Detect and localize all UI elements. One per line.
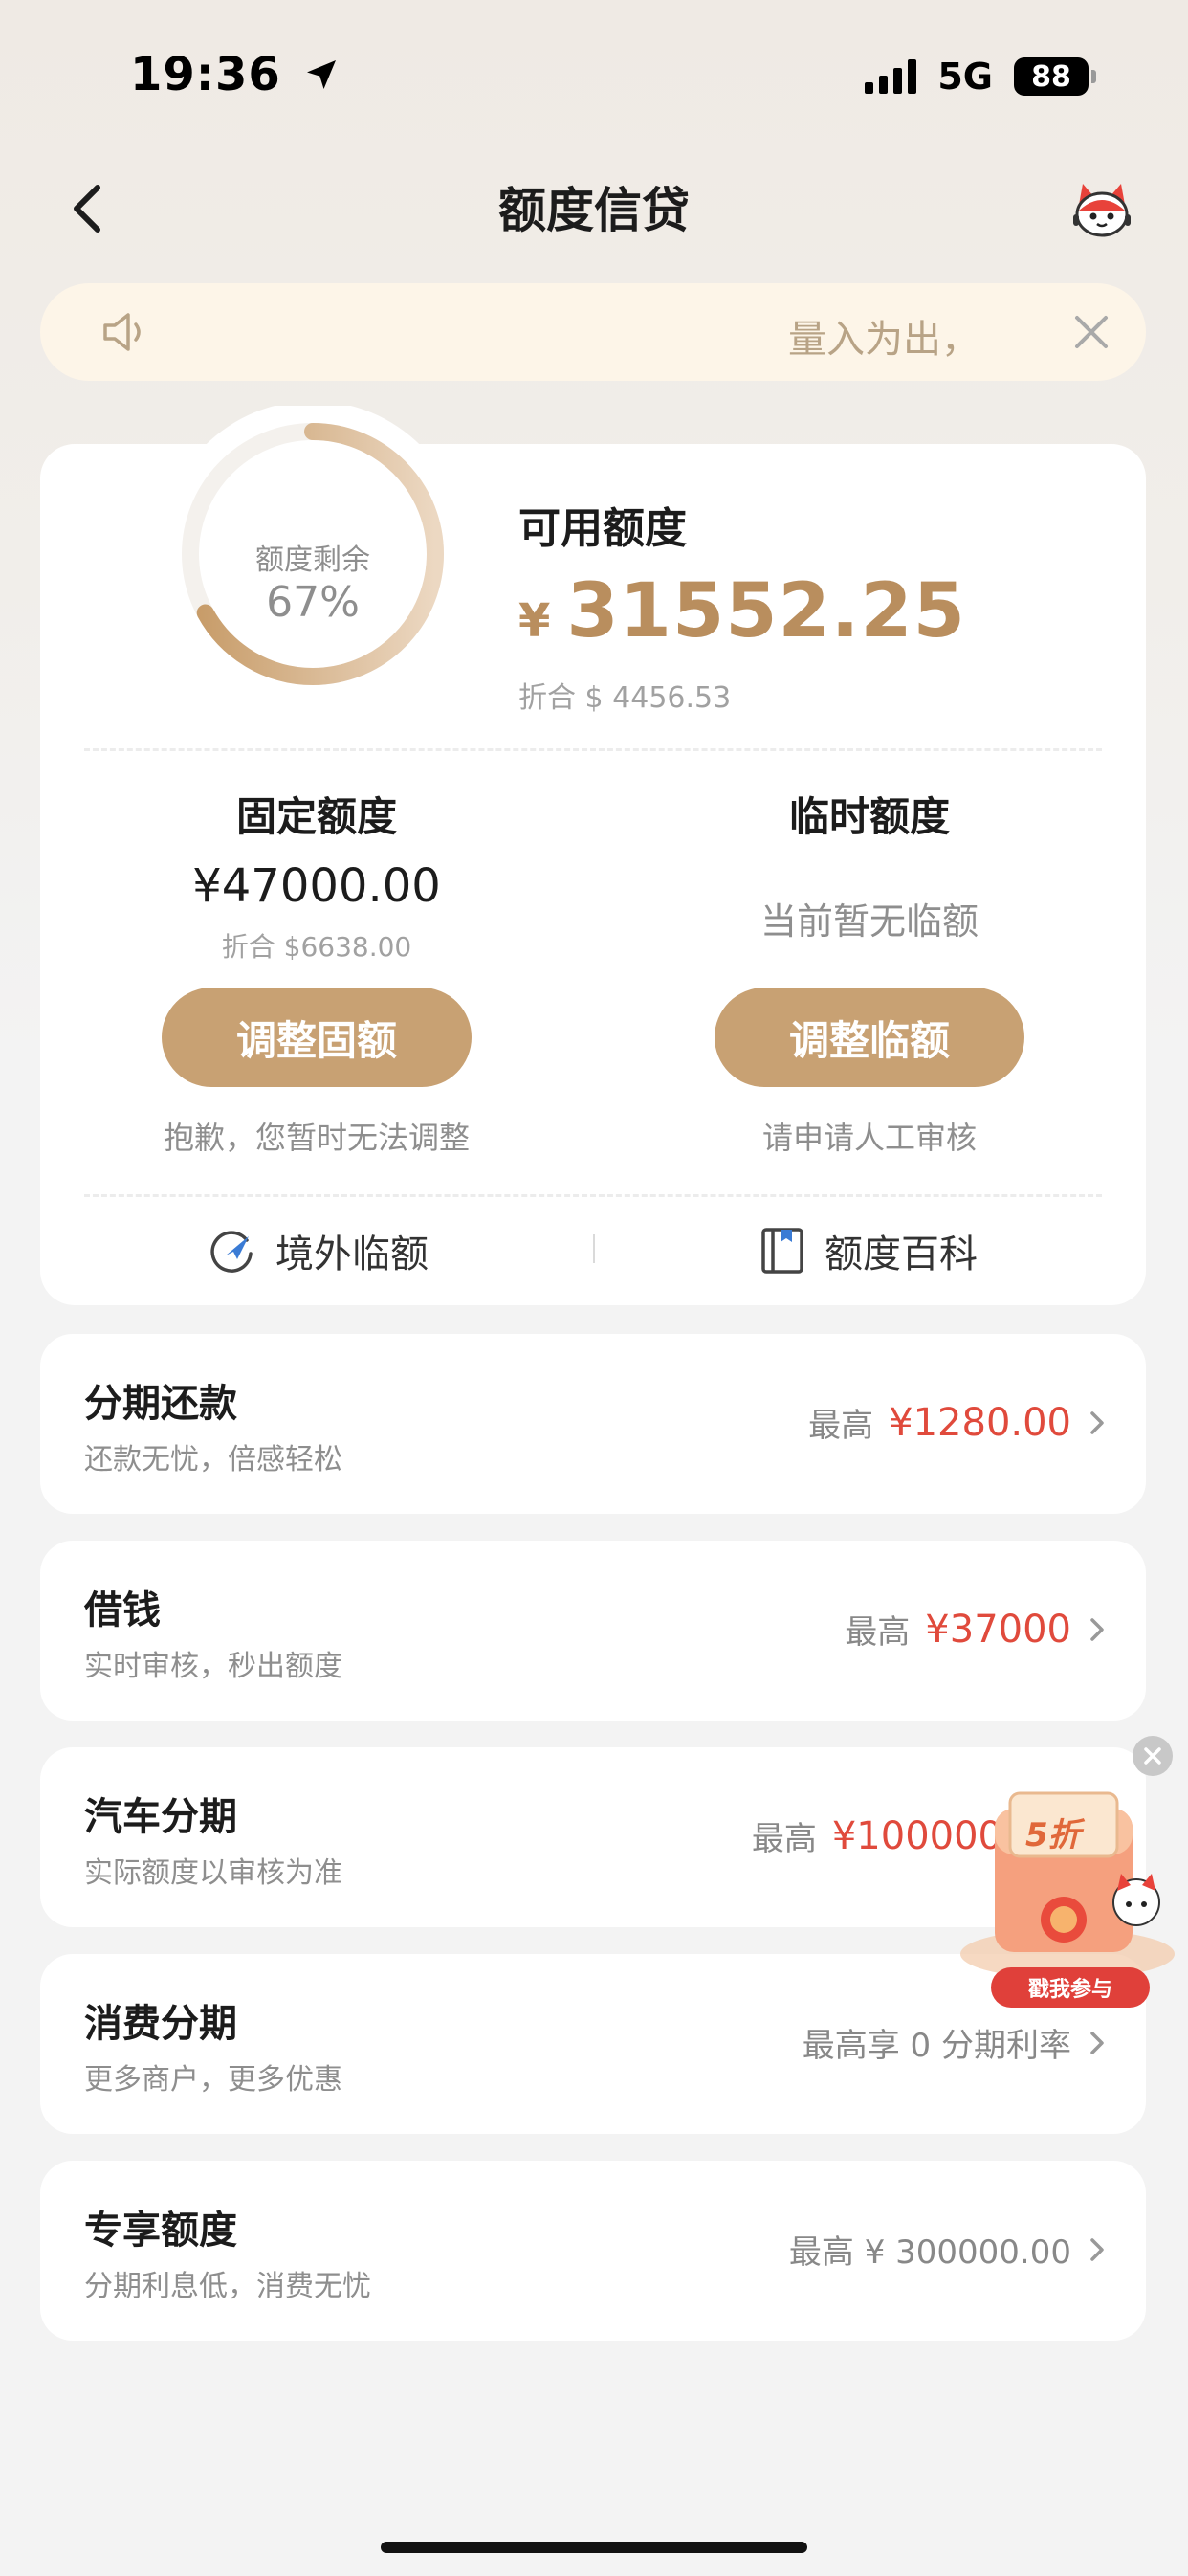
notice-bar: 量入为出， [40,283,1146,381]
list-item[interactable]: 分期还款 还款无忧，倍感轻松 最高 ¥1280.00 [40,1334,1146,1514]
chevron-right-icon [1090,2237,1104,2261]
gauge-percent: 67% [266,578,360,627]
book-icon [761,1228,803,1274]
list-item[interactable]: 借钱 实时审核，秒出额度 最高 ¥37000 [40,1541,1146,1721]
close-icon [1144,1747,1161,1765]
available-amount: ¥31552.25 [518,568,966,655]
promo-badge: 5折 [1025,1816,1081,1854]
fixed-amount: ¥47000.00 [192,859,441,913]
row-prefix: 最高 [808,1407,874,1445]
signal-icon [865,59,917,94]
plane-globe-icon [210,1231,253,1273]
location-arrow-icon [306,60,336,89]
row-title: 消费分期 [84,2002,237,2046]
battery-icon: 88 [1014,57,1096,96]
status-time: 19:36 [130,48,341,101]
fixed-title: 固定额度 [235,793,397,840]
remaining-gauge: 额度剩余 67% [165,406,461,741]
row-subtitle: 还款无忧，倍感轻松 [84,1443,342,1477]
available-title: 可用额度 [518,504,687,553]
page-title: 额度信贷 [498,183,690,238]
row-prefix: 最高 [751,1820,817,1858]
speaker-icon [103,313,141,351]
assistant-mascot-button[interactable] [1067,176,1136,245]
adjust-fixed-button[interactable]: 调整固额 [162,988,472,1087]
chevron-right-icon [1090,1617,1104,1641]
temporary-status: 当前暂无临额 [759,900,979,943]
chevron-right-icon [1090,2031,1104,2054]
row-subtitle: 实际额度以审核为准 [84,1856,342,1890]
divider [84,748,1102,751]
row-amount: ¥1280.00 [889,1400,1071,1445]
row-prefix: 最高 [845,1613,911,1652]
row-title: 分期还款 [84,1382,237,1426]
overseas-temp-limit-link[interactable]: 境外临额 [209,1223,429,1278]
chevron-right-icon [1090,1410,1104,1434]
list-item[interactable]: 专享额度 分期利息低，消费无忧 最高 ¥ 300000.00 [40,2161,1146,2341]
fixed-converted: 折合 $6638.00 [221,931,412,963]
credit-wiki-link[interactable]: 额度百科 [759,1223,978,1278]
row-subtitle: 实时审核，秒出额度 [84,1650,342,1683]
row-prefix: 最高享 0 分期利率 [802,2027,1071,2065]
gauge-label: 额度剩余 [255,544,370,577]
currency-symbol: ¥ [518,594,552,648]
row-title: 汽车分期 [84,1795,237,1839]
promo-join-button[interactable]: 戳我参与 [991,1967,1150,2008]
credit-summary-card: 额度剩余 67% 可用额度 ¥31552.25 折合 $ 4456.53 固定额… [40,406,1146,1305]
divider [84,1194,1102,1197]
row-title: 专享额度 [84,2209,237,2253]
network-type: 5G [937,56,993,98]
divider [593,1234,595,1263]
home-indicator[interactable] [381,2542,807,2553]
close-icon[interactable] [1069,310,1113,354]
temporary-note: 请申请人工审核 [761,1120,977,1156]
row-subtitle: 分期利息低，消费无忧 [84,2270,371,2303]
available-converted: 折合 $ 4456.53 [518,681,732,715]
notice-text: 量入为出， [788,318,979,362]
row-subtitle: 更多商户，更多优惠 [84,2063,342,2097]
row-amount: ¥37000 [925,1607,1071,1652]
mascot-icon [1073,184,1131,237]
promo-close-button[interactable] [1133,1736,1173,1776]
temporary-title: 临时额度 [788,793,950,840]
row-title: 借钱 [84,1588,161,1632]
status-indicators: 5G 88 [865,56,1096,98]
fixed-note: 抱歉，您暂时无法调整 [163,1120,470,1156]
row-prefix: 最高 ¥ 300000.00 [788,2233,1071,2272]
adjust-temporary-button[interactable]: 调整临额 [715,988,1024,1087]
